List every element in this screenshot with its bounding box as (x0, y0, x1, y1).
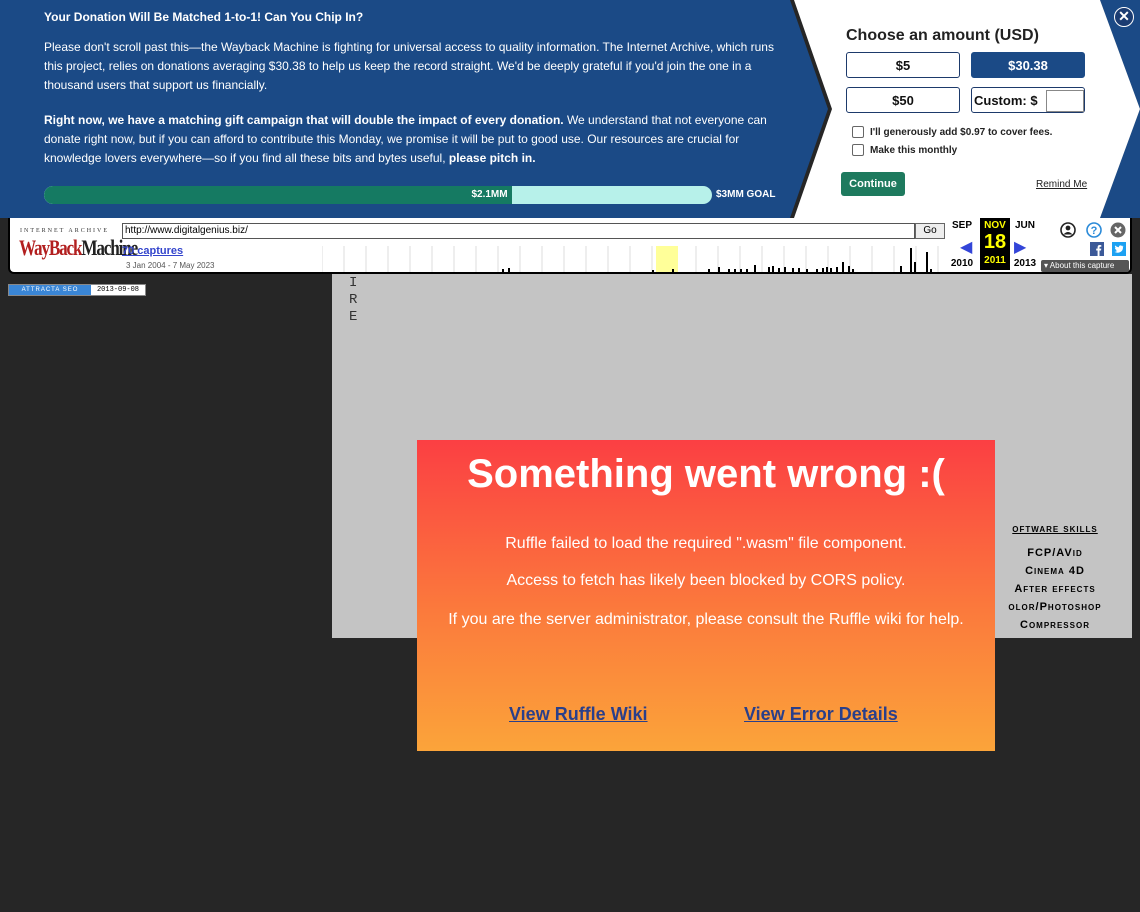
skill-item: Cinema 4D (1025, 565, 1085, 577)
amount-5-button[interactable]: $5 (846, 52, 960, 78)
current-year-label: 2011 (984, 255, 1006, 266)
amount-30-38-button[interactable]: $30.38 (971, 52, 1085, 78)
donation-progress-bar: $2.1MM (44, 186, 712, 204)
ruffle-error-panel: Something went wrong :( Ruffle failed to… (417, 440, 995, 751)
current-day-label: 18 (983, 231, 1007, 253)
previous-capture-arrow-icon[interactable]: ◀ (960, 237, 972, 257)
ruffle-error-message-3: If you are the server administrator, ple… (448, 611, 964, 628)
cover-fees-checkbox[interactable] (852, 126, 864, 138)
donation-paragraph-2: Right now, we have a matching gift campa… (44, 111, 784, 168)
flash-vertical-letters: I R E (349, 275, 358, 325)
donation-title: Your Donation Will Be Matched 1-to-1! Ca… (44, 10, 364, 24)
twitter-icon[interactable] (1112, 242, 1126, 256)
remind-me-link[interactable]: Remind Me (1036, 179, 1087, 190)
facebook-icon[interactable] (1090, 242, 1104, 256)
donation-paragraph-1: Please don't scroll past this—the Waybac… (44, 40, 774, 92)
attracta-seo-badge[interactable]: ATTRACTA SEO 2013-09-08 (8, 284, 146, 296)
donation-progress-label: $2.1MM (471, 189, 508, 200)
donation-progress-fill: $2.1MM (44, 186, 512, 204)
skill-item: FCP/AVid (1027, 547, 1083, 559)
cover-fees-label: I'll generously add $0.97 to cover fees. (870, 126, 1053, 138)
about-capture-button[interactable]: ▾ About this capture (1041, 260, 1129, 272)
ruffle-error-title: Something went wrong :( (467, 452, 945, 496)
donation-paragraph-2-bold: Right now, we have a matching gift campa… (44, 113, 564, 127)
ruffle-error-message-2: Access to fetch has likely been blocked … (506, 572, 906, 589)
donation-message: Your Donation Will Be Matched 1-to-1! Ca… (44, 8, 784, 184)
capture-sparkline[interactable] (322, 246, 946, 272)
wayback-toolbar: INTERNET ARCHIVE WayBackMachine http://w… (8, 218, 1132, 274)
monthly-checkbox[interactable] (852, 144, 864, 156)
donation-banner: Your Donation Will Be Matched 1-to-1! Ca… (0, 0, 1140, 218)
next-month-label[interactable]: JUN (1010, 220, 1040, 231)
monthly-row[interactable]: Make this monthly (852, 144, 957, 156)
close-icon[interactable]: ✕ (1114, 7, 1134, 27)
current-capture-date: NOV 18 2011 (980, 218, 1010, 270)
next-capture-arrow-icon[interactable]: ▶ (1014, 237, 1026, 257)
close-toolbar-icon[interactable] (1110, 222, 1126, 238)
prev-month-label[interactable]: SEP (947, 220, 977, 231)
amount-50-button[interactable]: $50 (846, 87, 960, 113)
svg-text:?: ? (1091, 225, 1098, 237)
captures-link[interactable]: 70 captures (122, 245, 183, 257)
donation-paragraph-2-end: please pitch in. (448, 151, 536, 165)
donation-goal-label: $3MM GOAL (716, 189, 776, 200)
go-button[interactable]: Go (915, 223, 945, 239)
skill-item: olor/Photoshop (1008, 601, 1102, 613)
logo-wayback-text: WayBack (19, 235, 83, 260)
current-month-label: NOV (984, 220, 1006, 231)
internet-archive-label: INTERNET ARCHIVE (20, 228, 110, 234)
choose-amount-title: Choose an amount (USD) (846, 27, 1039, 44)
ruffle-error-message-1: Ruffle failed to load the required ".was… (505, 535, 907, 552)
software-skills-heading: oftware skills (1012, 523, 1098, 535)
attracta-date: 2013-09-08 (91, 285, 145, 295)
next-year-label[interactable]: 2013 (1010, 258, 1040, 269)
attracta-label: ATTRACTA SEO (9, 285, 91, 295)
skill-item: Compressor (1020, 619, 1090, 631)
software-skills-list: oftware skills FCP/AVid Cinema 4D After … (996, 520, 1114, 634)
capture-range: 3 Jan 2004 - 7 May 2023 (126, 261, 215, 270)
wayback-machine-logo[interactable]: WayBackMachine (19, 235, 138, 261)
custom-amount-input[interactable] (1046, 90, 1084, 112)
user-icon[interactable] (1060, 222, 1076, 238)
about-capture-label: About this capture (1049, 261, 1115, 270)
skill-item: After effects (1014, 583, 1096, 595)
view-error-details-link[interactable]: View Error Details (744, 704, 898, 725)
url-input[interactable]: http://www.digitalgenius.biz/ (122, 223, 915, 239)
monthly-label: Make this monthly (870, 144, 958, 156)
help-icon[interactable]: ? (1086, 222, 1102, 238)
prev-year-label[interactable]: 2010 (947, 258, 977, 269)
continue-button[interactable]: Continue (841, 172, 905, 196)
cover-fees-row[interactable]: I'll generously add $0.97 to cover fees. (852, 126, 1052, 138)
view-ruffle-wiki-link[interactable]: View Ruffle Wiki (509, 704, 648, 725)
